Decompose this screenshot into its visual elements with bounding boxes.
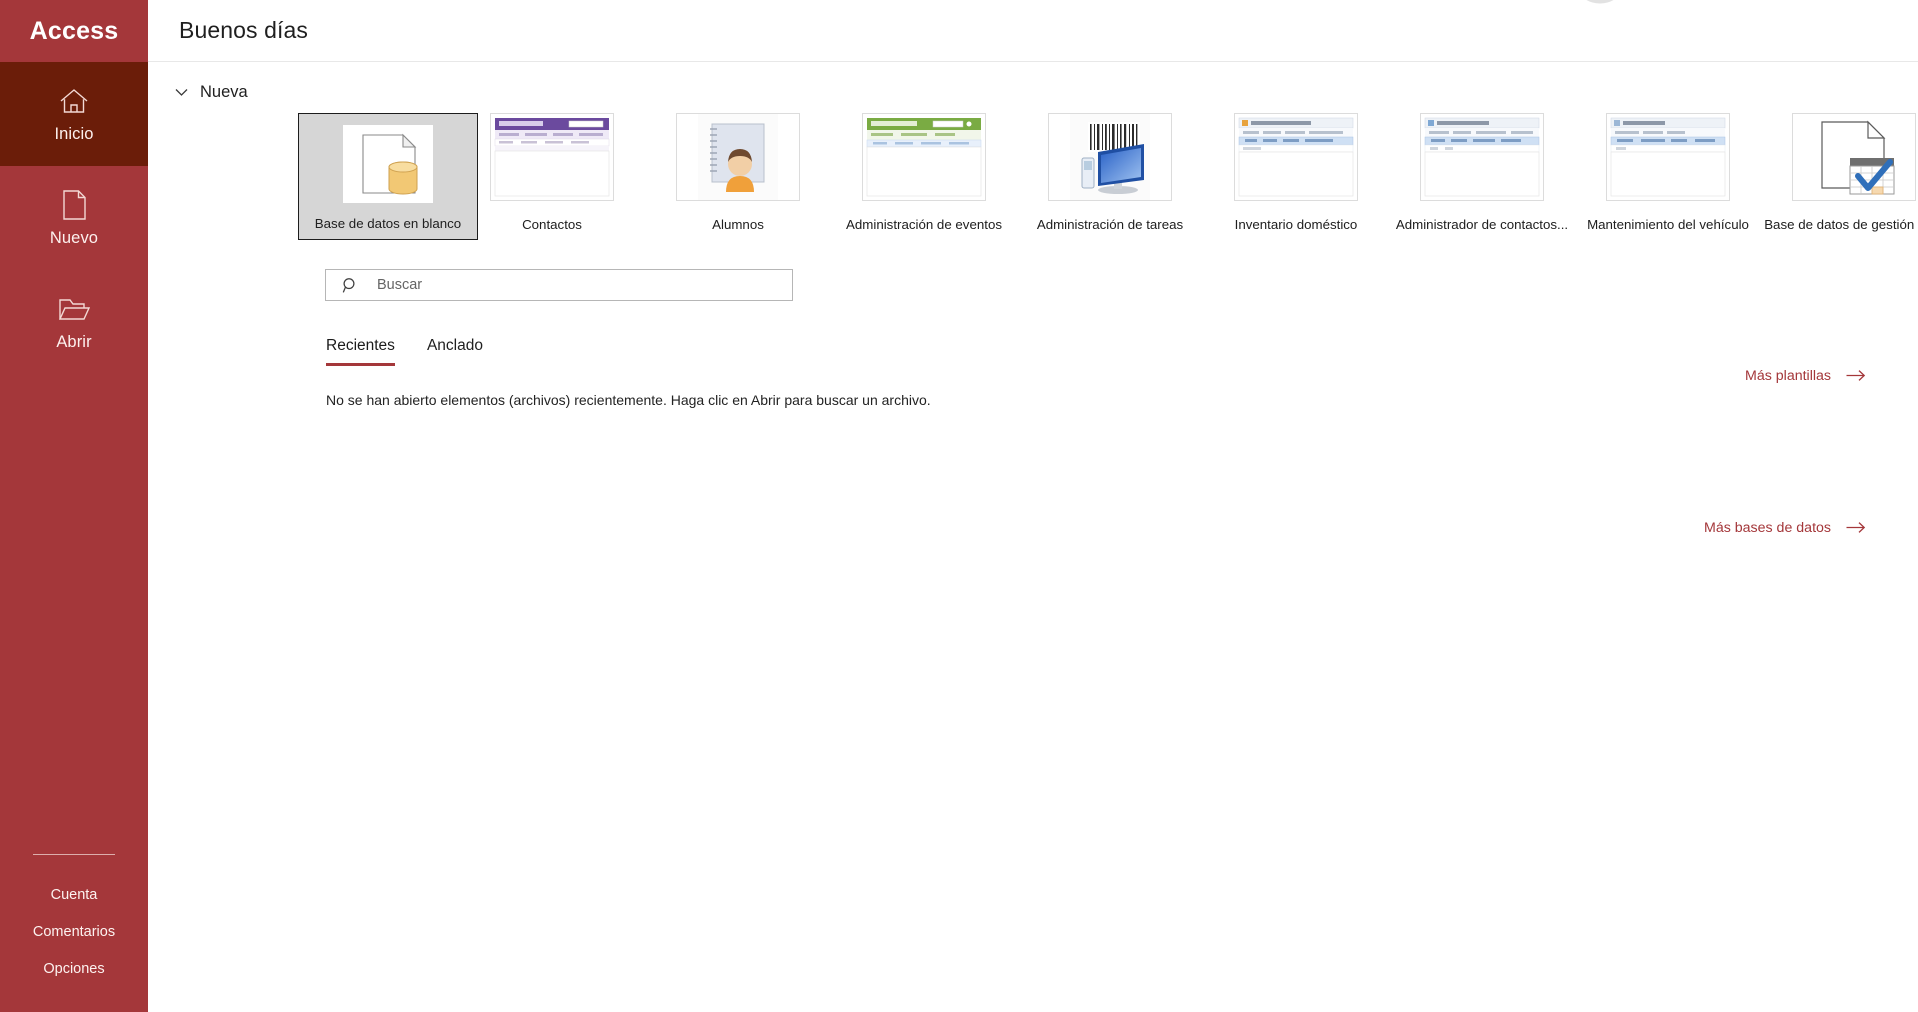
contact-manager-graphic [1421, 114, 1543, 200]
new-section-title: Nueva [200, 83, 248, 101]
search-row [148, 269, 1918, 305]
page-title: Buenos días [179, 17, 308, 43]
arrow-right-icon [1846, 369, 1866, 383]
template-label: Alumnos [712, 217, 764, 232]
template-label: Administrador de contactos... [1395, 217, 1569, 232]
sidebar-item-label: Abrir [56, 333, 92, 351]
contact-manager-thumb [1420, 113, 1544, 201]
search-icon [342, 277, 359, 294]
sidebar-item-abrir[interactable]: Abrir [0, 270, 148, 374]
sidebar-item-opciones[interactable]: Opciones [0, 951, 148, 988]
tab-recientes[interactable]: Recientes [326, 337, 395, 366]
contacts-thumb [490, 113, 614, 201]
template-administrador-contactos[interactable]: Administrador de contactos... [1396, 113, 1568, 240]
template-label: Base de datos de gestión de... [1764, 217, 1918, 232]
content-area: Nueva Base de datos en blanco Contactos … [148, 83, 1918, 536]
sidebar-item-cuenta[interactable]: Cuenta [0, 877, 148, 914]
management-db-graphic [1806, 114, 1902, 200]
template-administracion-eventos[interactable]: Administración de eventos [846, 113, 1002, 240]
recent-empty-message: No se han abierto elementos (archivos) r… [326, 392, 931, 408]
sidebar-divider [33, 854, 115, 855]
template-base-datos-gestion[interactable]: Base de datos de gestión de... [1764, 113, 1918, 240]
tasks-graphic [1070, 114, 1150, 200]
more-databases-label: Más bases de datos [1704, 520, 1831, 536]
new-section-header[interactable]: Nueva [175, 83, 248, 102]
template-label: Base de datos en blanco [314, 216, 462, 231]
folder-icon [57, 292, 91, 326]
vehicle-thumb [1606, 113, 1730, 201]
sidebar-nav: Inicio Nuevo Abrir [0, 62, 148, 374]
sidebar-bottom-links: Cuenta Comentarios Opciones [0, 854, 148, 1012]
sidebar-item-label: Inicio [54, 125, 94, 143]
events-thumb [862, 113, 986, 201]
template-blank-database[interactable]: Base de datos en blanco [298, 113, 478, 240]
template-label: Administración de tareas [1036, 217, 1184, 232]
main-content: Buenos días Nueva Base de datos en blanc… [148, 0, 1918, 1012]
blank-database-thumb [343, 125, 433, 203]
search-input[interactable] [375, 271, 792, 299]
template-contactos[interactable]: Contactos [490, 113, 614, 240]
template-gallery: Base de datos en blanco Contactos Alumno… [298, 113, 1918, 240]
template-alumnos[interactable]: Alumnos [676, 113, 800, 240]
events-graphic [863, 114, 985, 200]
blank-db-graphic [362, 133, 418, 195]
more-templates-link[interactable]: Más plantillas [1745, 368, 1866, 384]
contacts-graphic [491, 114, 613, 200]
search-box[interactable] [325, 269, 793, 301]
recent-tabs: Recientes Anclado [326, 337, 1918, 366]
arrow-right-icon [1846, 521, 1866, 535]
more-databases-link[interactable]: Más bases de datos [1704, 520, 1866, 536]
students-thumb [676, 113, 800, 201]
page-header: Buenos días [148, 0, 1918, 62]
tab-anclado[interactable]: Anclado [427, 337, 483, 366]
template-selected-frame: Base de datos en blanco [298, 113, 478, 240]
sidebar-item-label: Nuevo [49, 229, 99, 247]
management-db-thumb [1792, 113, 1916, 201]
template-mantenimiento-vehiculo[interactable]: Mantenimiento del vehículo [1587, 113, 1749, 240]
chevron-down-icon [175, 86, 188, 99]
home-inventory-graphic [1235, 114, 1357, 200]
students-graphic [698, 114, 778, 200]
home-inventory-thumb [1234, 113, 1358, 201]
sidebar-item-nuevo[interactable]: Nuevo [0, 166, 148, 270]
sidebar-item-comentarios[interactable]: Comentarios [0, 914, 148, 951]
home-icon [57, 84, 91, 118]
tasks-thumb [1048, 113, 1172, 201]
app-brand-title: Access [29, 16, 119, 45]
vehicle-graphic [1607, 114, 1729, 200]
template-label: Administración de eventos [846, 217, 1002, 232]
template-label: Inventario doméstico [1234, 217, 1358, 232]
document-icon [57, 188, 91, 222]
template-administracion-tareas[interactable]: Administración de tareas [1037, 113, 1183, 240]
access-start-screen: Access Inicio Nuevo Abrir Cuenta Comenta… [0, 0, 1918, 1012]
sidebar-item-inicio[interactable]: Inicio [0, 62, 148, 166]
template-label: Contactos [522, 217, 582, 232]
more-templates-label: Más plantillas [1745, 368, 1831, 384]
template-inventario-domestico[interactable]: Inventario doméstico [1234, 113, 1358, 240]
sidebar: Access Inicio Nuevo Abrir Cuenta Comenta… [0, 0, 148, 1012]
template-label: Mantenimiento del vehículo [1587, 217, 1749, 232]
